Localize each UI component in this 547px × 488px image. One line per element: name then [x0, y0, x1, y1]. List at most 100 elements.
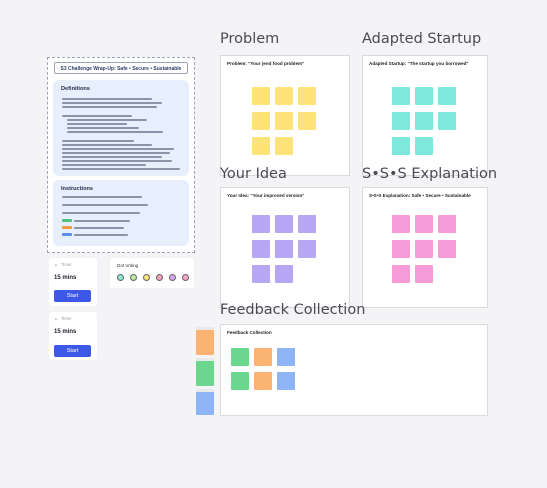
text-line	[62, 204, 148, 206]
sticky-note[interactable]	[252, 137, 270, 155]
text-line	[67, 119, 147, 121]
problem-frame-title: Problem	[220, 31, 280, 47]
text-line	[74, 220, 130, 222]
sss-frame-label: S•S•S Explanation: Safe • Secure • Susta…	[369, 193, 471, 198]
text-line	[62, 160, 172, 162]
orange-tag	[62, 226, 72, 229]
timer-icon: ◔	[54, 317, 58, 323]
sticky-note[interactable]	[277, 348, 295, 366]
sticky-note[interactable]	[392, 112, 410, 130]
vote-dot[interactable]	[143, 274, 150, 281]
text-line	[62, 106, 157, 108]
definitions-section: Definitions	[53, 80, 189, 176]
green-sticky-stack[interactable]	[196, 358, 214, 386]
sticky-note[interactable]	[392, 240, 410, 258]
timer-start-button[interactable]: Start	[54, 290, 91, 302]
sticky-note[interactable]	[252, 215, 270, 233]
sticky-note[interactable]	[275, 215, 293, 233]
green-tag	[62, 219, 72, 222]
sticky-note[interactable]	[415, 137, 433, 155]
your-idea-frame[interactable]: Your Idea: "Your improved version"	[220, 187, 350, 308]
vote-dot[interactable]	[156, 274, 163, 281]
problem-frame[interactable]: Problem: "Your (end food problem"	[220, 55, 350, 176]
vote-dot[interactable]	[182, 274, 189, 281]
instructions-title: Instructions	[61, 186, 94, 192]
sticky-note[interactable]	[438, 87, 456, 105]
feedback-frame-label: Feedback Collection	[227, 330, 272, 335]
instructions-section: Instructions	[53, 180, 189, 246]
sticky-note[interactable]	[277, 372, 295, 390]
text-line	[62, 168, 180, 170]
sticky-note[interactable]	[252, 265, 270, 283]
sticky-note[interactable]	[438, 240, 456, 258]
sticky-note[interactable]	[438, 112, 456, 130]
sticky-note[interactable]	[415, 240, 433, 258]
timer-duration: 15 mins	[54, 329, 77, 335]
blue-tag	[62, 233, 72, 236]
text-line	[62, 98, 152, 100]
sticky-note[interactable]	[415, 265, 433, 283]
text-line	[62, 212, 140, 214]
adapted-startup-frame-title: Adapted Startup	[362, 31, 482, 47]
sticky-note[interactable]	[254, 372, 272, 390]
timer-widget[interactable]: ◔ Timer 15 mins Start	[49, 312, 97, 360]
text-line	[67, 127, 139, 129]
sticky-note[interactable]	[252, 112, 270, 130]
adapted-startup-frame-label: Adapted Startup: "The startup you borrow…	[369, 61, 469, 66]
sticky-note[interactable]	[275, 265, 293, 283]
vote-dot[interactable]	[130, 274, 137, 281]
sticky-note[interactable]	[392, 215, 410, 233]
sticky-note[interactable]	[231, 372, 249, 390]
problem-frame-label: Problem: "Your (end food problem"	[227, 61, 305, 66]
challenge-header: S3 Challenge Wrap-Up: Safe • Secure • Su…	[54, 62, 188, 74]
sticky-note[interactable]	[275, 137, 293, 155]
adapted-startup-frame[interactable]: Adapted Startup: "The startup you borrow…	[362, 55, 488, 176]
sticky-note[interactable]	[298, 215, 316, 233]
timer-widget[interactable]: ◔ Timer 15 mins Start	[49, 258, 97, 306]
sticky-note[interactable]	[392, 137, 410, 155]
text-line	[62, 152, 170, 154]
sticky-note[interactable]	[392, 265, 410, 283]
sss-explanation-frame[interactable]: S•S•S Explanation: Safe • Secure • Susta…	[362, 187, 488, 308]
sticky-note[interactable]	[298, 112, 316, 130]
sticky-note[interactable]	[252, 87, 270, 105]
sticky-note[interactable]	[254, 348, 272, 366]
sticky-note[interactable]	[415, 215, 433, 233]
dot-voting-widget[interactable]: Dot Voting	[110, 258, 194, 288]
sticky-note[interactable]	[298, 240, 316, 258]
timer-label: Timer	[61, 316, 72, 321]
text-line	[67, 131, 163, 133]
sticky-note[interactable]	[415, 87, 433, 105]
timer-label: Timer	[61, 262, 72, 267]
vote-dot[interactable]	[169, 274, 176, 281]
text-line	[62, 196, 142, 198]
feedback-frame-title: Feedback Collection	[220, 302, 366, 318]
your-idea-frame-label: Your Idea: "Your improved version"	[227, 193, 305, 198]
dot-voting-title: Dot Voting	[117, 263, 139, 268]
sticky-note[interactable]	[438, 215, 456, 233]
sss-frame-title: S•S•S Explanation	[362, 166, 498, 182]
timer-start-button[interactable]: Start	[54, 345, 91, 357]
challenge-card[interactable]: S3 Challenge Wrap-Up: Safe • Secure • Su…	[47, 57, 195, 253]
sticky-note[interactable]	[275, 112, 293, 130]
your-idea-frame-title: Your Idea	[220, 166, 287, 182]
definitions-title: Definitions	[61, 86, 90, 92]
sticky-note[interactable]	[392, 87, 410, 105]
sticky-note[interactable]	[252, 240, 270, 258]
text-line	[74, 227, 124, 229]
sticky-note[interactable]	[275, 240, 293, 258]
vote-dot[interactable]	[117, 274, 124, 281]
feedback-collection-frame[interactable]: Feedback Collection	[220, 324, 488, 416]
text-line	[62, 144, 152, 146]
orange-sticky-stack[interactable]	[196, 327, 214, 355]
text-line	[62, 140, 134, 142]
text-line	[62, 115, 132, 117]
timer-icon: ◔	[54, 263, 58, 269]
sticky-note[interactable]	[298, 87, 316, 105]
sticky-note[interactable]	[275, 87, 293, 105]
sticky-note[interactable]	[231, 348, 249, 366]
text-line	[62, 148, 174, 150]
sticky-note[interactable]	[415, 112, 433, 130]
blue-sticky-stack[interactable]	[196, 389, 214, 415]
timer-duration: 15 mins	[54, 275, 77, 281]
